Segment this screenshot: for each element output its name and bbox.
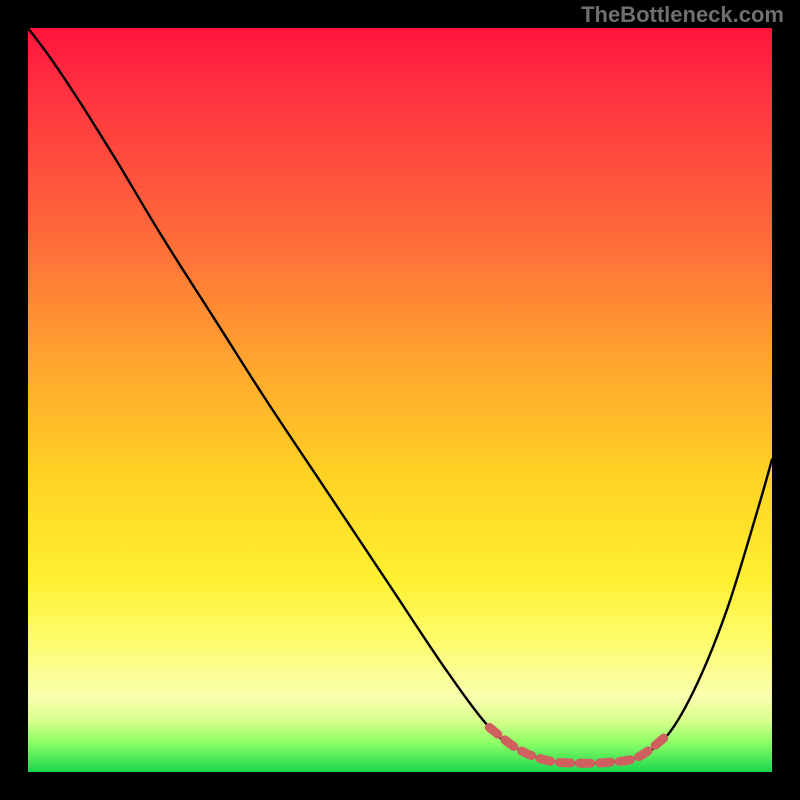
plot-area [28,28,772,772]
watermark-text: TheBottleneck.com [581,2,784,28]
chart-frame: TheBottleneck.com [0,0,800,800]
optimal-range-highlight [489,727,668,763]
bottleneck-curve [28,28,772,763]
chart-overlay [28,28,772,772]
